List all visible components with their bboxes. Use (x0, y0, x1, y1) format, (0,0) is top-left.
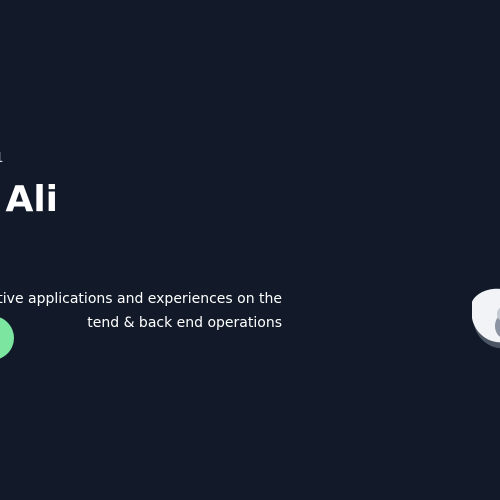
hero-greeting: 1 (0, 151, 4, 166)
profile-avatar-icon (472, 288, 500, 349)
hero-name: Ali (5, 179, 58, 220)
hero-description-line-1: ractive applications and experiences on … (0, 291, 282, 307)
hero-section: 1 Ali ractive applications and experienc… (0, 0, 500, 500)
avatar-blob (472, 288, 500, 343)
hero-description: ractive applications and experiences on … (0, 287, 282, 335)
hero-description-line-2: tend & back end operations (87, 315, 282, 331)
avatar (470, 284, 500, 364)
